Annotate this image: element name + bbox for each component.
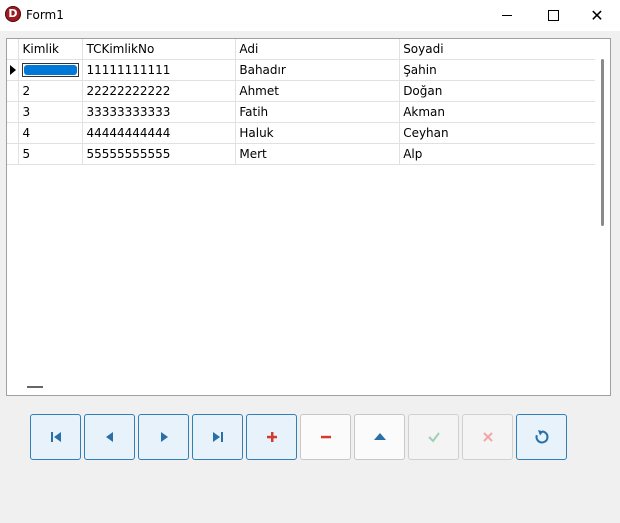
delphi-app-icon: D [5,6,21,22]
kimlik-cell[interactable]: 2 [18,80,84,102]
skip-first-icon [50,432,61,442]
x-icon [482,432,493,442]
adi-cell[interactable]: Bahadır [235,59,401,81]
minus-icon [320,435,331,439]
row-indicator [7,59,20,81]
soyadi-cell[interactable]: Akman [399,101,596,123]
vertical-scroll-thumb[interactable] [601,59,604,226]
kimlik-cell[interactable]: 3 [18,101,84,123]
minimize-button[interactable] [484,0,530,31]
tc-cell[interactable]: 11111111111 [82,59,237,81]
kimlik-cell-editing[interactable] [18,59,84,81]
column-header-soyadi[interactable]: Soyadi [399,39,596,60]
close-button[interactable]: ✕ [574,0,620,31]
refresh-data-button[interactable] [516,414,567,460]
skip-last-icon [212,432,223,442]
header-row: Kimlik TCKimlikNo Adi Soyadi [7,39,596,60]
kimlik-cell[interactable]: 5 [18,143,84,165]
plus-icon [266,432,277,442]
tc-cell[interactable]: 55555555555 [82,143,237,165]
next-record-button[interactable] [138,414,189,460]
soyadi-cell[interactable]: Ceyhan [399,122,596,144]
horizontal-scrollbar[interactable] [7,380,596,395]
triangle-right-icon [160,432,168,442]
refresh-icon [535,430,548,444]
table-row[interactable]: 11111111111 Bahadır Şahin [7,59,596,81]
check-icon [427,432,440,443]
adi-cell[interactable]: Haluk [235,122,401,144]
soyadi-cell[interactable]: Doğan [399,80,596,102]
cancel-record-button[interactable] [462,414,513,460]
table-row[interactable]: 2 22222222222 Ahmet Doğan [7,80,596,102]
table-row[interactable]: 3 33333333333 Fatih Akman [7,101,596,123]
table-row[interactable]: 4 44444444444 Haluk Ceyhan [7,122,596,144]
adi-cell[interactable]: Ahmet [235,80,401,102]
tc-cell[interactable]: 44444444444 [82,122,237,144]
insert-record-button[interactable] [246,414,297,460]
delete-record-button[interactable] [300,414,351,460]
data-table: Kimlik TCKimlikNo Adi Soyadi 11111111111… [7,39,596,165]
row-indicator [7,143,20,165]
column-header-tckimlikno[interactable]: TCKimlikNo [82,39,237,60]
prior-record-button[interactable] [84,414,135,460]
scroll-corner [595,380,610,395]
triangle-up-icon [373,433,386,440]
soyadi-cell[interactable]: Şahin [399,59,596,81]
column-header-adi[interactable]: Adi [235,39,401,60]
kimlik-cell[interactable]: 4 [18,122,84,144]
adi-cell[interactable]: Fatih [235,101,401,123]
horizontal-scroll-thumb[interactable] [27,386,43,388]
first-record-button[interactable] [30,414,81,460]
cell-editor[interactable] [22,63,80,77]
window-title: Form1 [26,8,64,22]
tc-cell[interactable]: 22222222222 [82,80,237,102]
row-indicator [7,122,20,144]
maximize-icon [547,10,559,21]
table-row[interactable]: 5 55555555555 Mert Alp [7,143,596,165]
minimize-icon [502,15,512,16]
edit-record-button[interactable] [354,414,405,460]
soyadi-cell[interactable]: Alp [399,143,596,165]
last-record-button[interactable] [192,414,243,460]
vertical-scrollbar[interactable] [595,39,610,380]
post-record-button[interactable] [408,414,459,460]
selected-text-highlight [24,65,78,75]
triangle-left-icon [105,432,113,442]
maximize-button[interactable] [530,0,576,31]
row-indicator [7,80,20,102]
current-row-pointer-icon [10,65,16,75]
tc-cell[interactable]: 33333333333 [82,101,237,123]
title-bar: D Form1 ✕ [0,0,620,31]
row-indicator [7,101,20,123]
close-icon: ✕ [590,5,604,25]
adi-cell[interactable]: Mert [235,143,401,165]
indicator-header [7,39,20,60]
db-grid[interactable]: Kimlik TCKimlikNo Adi Soyadi 11111111111… [6,38,611,396]
column-header-kimlik[interactable]: Kimlik [18,39,84,60]
